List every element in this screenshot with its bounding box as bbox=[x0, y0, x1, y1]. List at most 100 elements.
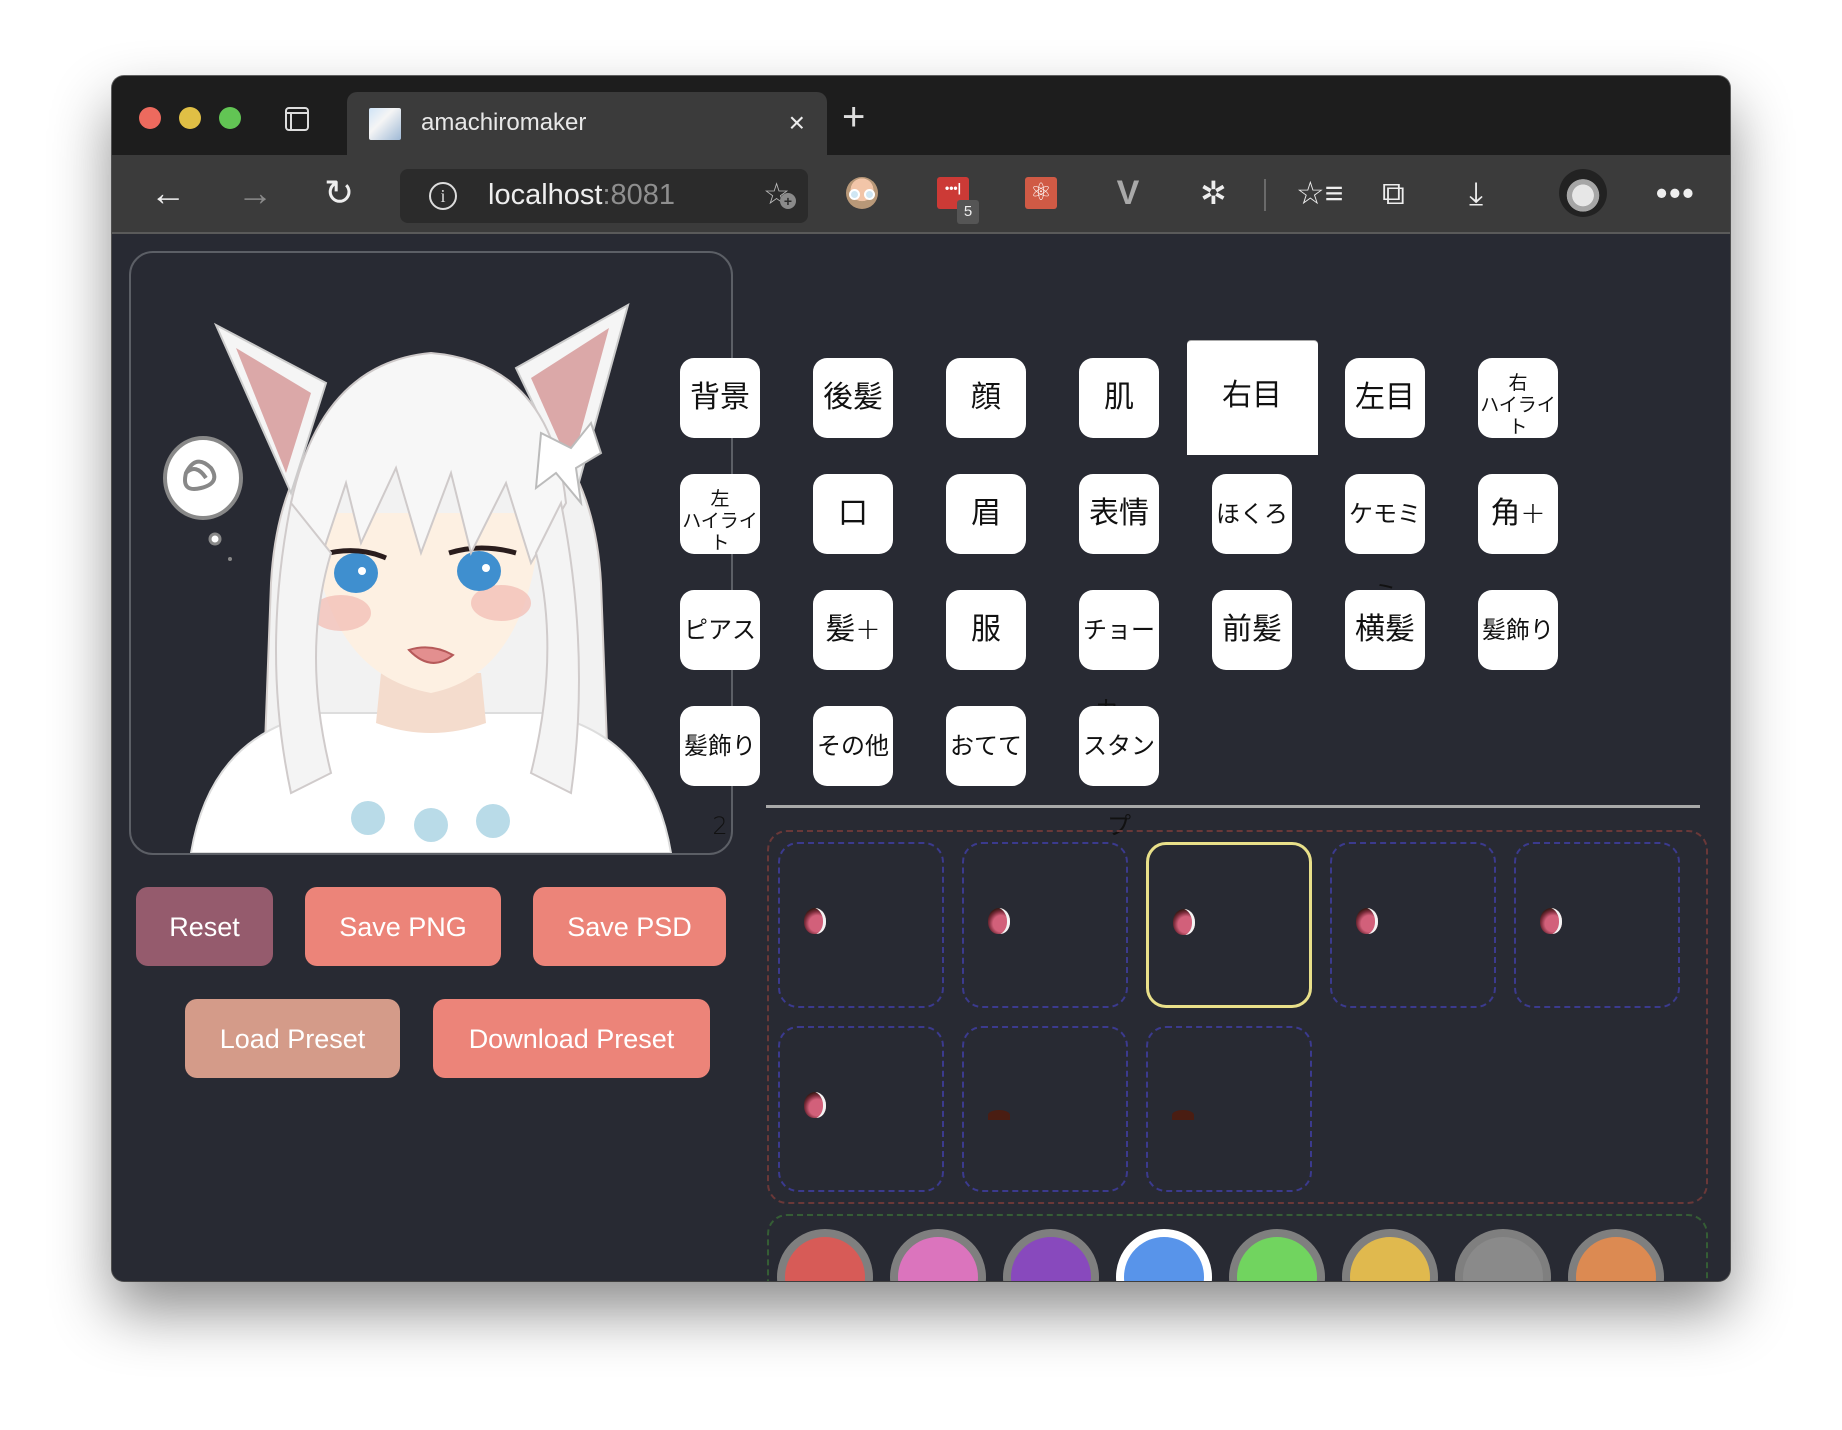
category-tile[interactable]: 髪+ bbox=[813, 590, 893, 670]
category-tile[interactable]: 髪飾り2 bbox=[680, 706, 760, 840]
favorites-icon[interactable]: ☆≡ bbox=[1296, 175, 1343, 211]
eye-thumbnail bbox=[804, 1092, 826, 1118]
load-preset-button[interactable]: Load Preset bbox=[185, 999, 400, 1078]
add-favorite-icon[interactable]: ☆ bbox=[763, 179, 796, 211]
new-tab-button[interactable]: + bbox=[842, 92, 865, 142]
part-option[interactable] bbox=[962, 842, 1128, 1008]
collections-icon[interactable]: ⧉ bbox=[1382, 175, 1405, 211]
category-tile[interactable]: 右目 bbox=[1186, 341, 1318, 455]
category-tile[interactable]: 顔 bbox=[946, 358, 1026, 438]
category-label: 服 bbox=[971, 612, 1001, 647]
color-swatch-purple[interactable] bbox=[1003, 1229, 1099, 1281]
category-label: その他 bbox=[817, 732, 889, 760]
category-tile[interactable]: 左 ハイライト bbox=[680, 474, 760, 554]
category-tile[interactable]: 背景 bbox=[680, 358, 760, 438]
category-tile[interactable]: 肌 bbox=[1079, 358, 1159, 438]
eye-thumbnail bbox=[1173, 909, 1195, 935]
color-swatch-orange[interactable] bbox=[1568, 1229, 1664, 1281]
close-window-button[interactable] bbox=[139, 107, 161, 129]
minimize-window-button[interactable] bbox=[179, 107, 201, 129]
category-tile[interactable]: ほくろ bbox=[1212, 474, 1292, 554]
category-tile[interactable]: 前髪 bbox=[1212, 590, 1292, 670]
category-tile[interactable]: 服 bbox=[946, 590, 1026, 670]
part-option[interactable] bbox=[1146, 1026, 1312, 1192]
category-label: 背景 bbox=[690, 380, 750, 415]
category-tile[interactable]: ケモミミ bbox=[1345, 474, 1425, 608]
category-tile[interactable]: 眉 bbox=[946, 474, 1026, 554]
category-label: 前髪 bbox=[1222, 612, 1282, 647]
color-swatch-gray[interactable] bbox=[1455, 1229, 1551, 1281]
downloads-icon[interactable]: ⤓ bbox=[1469, 175, 1483, 211]
profile-avatar[interactable] bbox=[1559, 169, 1607, 217]
category-label: おてて bbox=[950, 732, 1022, 760]
url-port: :8081 bbox=[602, 179, 676, 211]
save-psd-button[interactable]: Save PSD bbox=[533, 887, 726, 966]
category-tile[interactable]: チョーカー bbox=[1079, 590, 1159, 724]
category-label: 眉 bbox=[971, 496, 1001, 531]
category-label: 右 ハイライト bbox=[1480, 372, 1556, 438]
save-png-button[interactable]: Save PNG bbox=[305, 887, 501, 966]
category-label: 口 bbox=[838, 496, 868, 531]
tab-bar: amachiromaker × + bbox=[112, 76, 1730, 155]
browser-window: amachiromaker × + ← → ↻ i localhost:8081… bbox=[112, 76, 1730, 1281]
eye-thumbnail bbox=[1540, 908, 1562, 934]
color-swatch-yellow[interactable] bbox=[1342, 1229, 1438, 1281]
react-devtools-extension-icon[interactable]: ⚛ bbox=[1025, 177, 1057, 209]
category-tile[interactable]: 横髪 bbox=[1345, 590, 1425, 670]
more-menu-icon[interactable]: ••• bbox=[1656, 175, 1696, 211]
part-option[interactable] bbox=[1330, 842, 1496, 1008]
extensions-puzzle-icon[interactable]: ✲ bbox=[1200, 175, 1227, 211]
category-label: 左 ハイライト bbox=[682, 488, 758, 554]
category-label: 表情 bbox=[1089, 496, 1149, 531]
thought-bubble-icon bbox=[163, 436, 243, 561]
url-text[interactable]: localhost:8081 bbox=[488, 179, 675, 212]
category-label: 髪+ bbox=[825, 612, 881, 647]
closed-eye-thumbnail bbox=[1172, 1110, 1194, 1120]
category-label: 左目 bbox=[1355, 380, 1415, 415]
sidebar-toggle-icon[interactable] bbox=[285, 107, 309, 131]
category-label: 肌 bbox=[1104, 380, 1134, 415]
avatar-extension-icon[interactable] bbox=[846, 177, 878, 209]
part-option[interactable] bbox=[778, 1026, 944, 1192]
category-tile[interactable]: 角+ bbox=[1478, 474, 1558, 554]
category-tile[interactable]: 表情 bbox=[1079, 474, 1159, 554]
closed-eye-thumbnail bbox=[988, 1110, 1010, 1120]
part-options-panel bbox=[767, 830, 1708, 1204]
category-tile[interactable]: おてて bbox=[946, 706, 1026, 786]
color-palette bbox=[767, 1214, 1708, 1281]
category-tile[interactable]: スタンプ bbox=[1079, 706, 1159, 840]
category-label: ほくろ bbox=[1216, 500, 1288, 528]
color-swatch-blue[interactable] bbox=[1116, 1229, 1212, 1281]
category-tile[interactable]: 口 bbox=[813, 474, 893, 554]
browser-toolbar: ← → ↻ i localhost:8081 ☆ •••| 5 ⚛ V ✲ ☆≡… bbox=[112, 155, 1730, 234]
category-label: ピアス bbox=[684, 616, 756, 644]
color-swatch-green[interactable] bbox=[1229, 1229, 1325, 1281]
color-swatch-red[interactable] bbox=[777, 1229, 873, 1281]
part-option[interactable] bbox=[778, 842, 944, 1008]
reset-button[interactable]: Reset bbox=[136, 887, 273, 966]
category-tile[interactable]: 左目 bbox=[1345, 358, 1425, 438]
part-option[interactable] bbox=[1514, 842, 1680, 1008]
character-preview-canvas bbox=[129, 251, 733, 855]
vue-devtools-extension-icon[interactable]: V bbox=[1112, 176, 1144, 210]
eye-thumbnail bbox=[988, 908, 1010, 934]
maximize-window-button[interactable] bbox=[219, 107, 241, 129]
browser-tab[interactable]: amachiromaker × bbox=[347, 92, 827, 155]
tab-close-icon[interactable]: × bbox=[789, 106, 805, 140]
category-tile[interactable]: ピアス bbox=[680, 590, 760, 670]
category-tile[interactable]: 右 ハイライト bbox=[1478, 358, 1558, 438]
download-preset-button[interactable]: Download Preset bbox=[433, 999, 710, 1078]
forward-icon[interactable]: → bbox=[237, 173, 273, 213]
section-divider bbox=[766, 805, 1700, 808]
category-tile[interactable]: 後髪 bbox=[813, 358, 893, 438]
part-option[interactable] bbox=[1146, 842, 1312, 1008]
category-tile[interactable]: その他 bbox=[813, 706, 893, 786]
reload-icon[interactable]: ↻ bbox=[324, 173, 354, 213]
site-info-icon[interactable]: i bbox=[429, 182, 457, 210]
category-tile[interactable]: 髪飾り bbox=[1478, 590, 1558, 670]
back-icon[interactable]: ← bbox=[150, 173, 186, 213]
eye-thumbnail bbox=[1356, 908, 1378, 934]
part-option[interactable] bbox=[962, 1026, 1128, 1192]
address-bar[interactable]: i localhost:8081 ☆ bbox=[400, 169, 808, 223]
color-swatch-pink[interactable] bbox=[890, 1229, 986, 1281]
